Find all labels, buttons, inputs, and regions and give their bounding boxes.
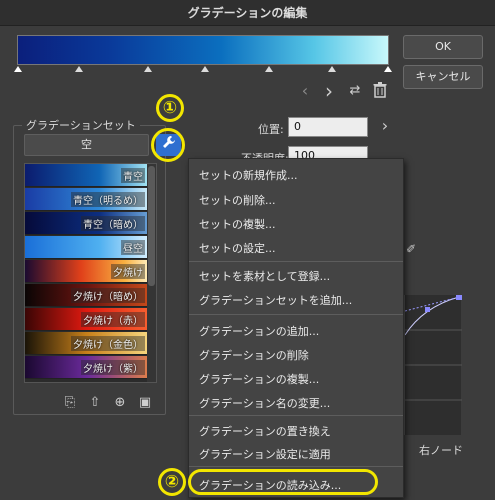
import-icon[interactable]: ⇧ <box>87 395 103 411</box>
duplicate-icon[interactable]: ⎘ <box>62 395 78 411</box>
list-item[interactable]: 夕焼け（暗め） <box>25 284 149 307</box>
list-item[interactable]: 昼空 <box>25 236 149 259</box>
menu-item-delete-gradient[interactable]: グラデーションの削除 <box>199 347 309 363</box>
eyedropper-icon[interactable]: ✐ <box>402 240 420 258</box>
list-item[interactable]: 青空（暗め） <box>25 212 149 235</box>
menu-item-apply-gradient-settings[interactable]: グラデーション設定に適用 <box>199 446 331 462</box>
gradient-node-right[interactable] <box>384 66 392 72</box>
gradient-preview-bar[interactable] <box>17 35 389 65</box>
list-item[interactable]: 青空（明るめ） <box>25 188 149 211</box>
gradient-tick <box>328 66 336 72</box>
list-item[interactable]: 夕焼け（紫） <box>25 356 149 379</box>
menu-item-duplicate-set[interactable]: セットの複製... <box>199 216 276 232</box>
position-field[interactable]: 0 <box>288 117 368 137</box>
gradient-set-select[interactable]: 空 <box>24 134 149 156</box>
swap-icon[interactable]: ⇄ <box>346 82 364 100</box>
position-label: 位置: <box>258 123 284 136</box>
trash-icon[interactable] <box>371 82 389 100</box>
cancel-button[interactable]: キャンセル <box>403 65 483 89</box>
menu-separator <box>189 314 403 315</box>
menu-separator <box>189 466 403 467</box>
list-item[interactable]: 夕焼け <box>25 260 149 283</box>
curve-graph[interactable] <box>404 294 462 435</box>
ok-button[interactable]: OK <box>403 35 483 59</box>
menu-item-register-as-material[interactable]: セットを素材として登録... <box>199 268 330 284</box>
list-item[interactable]: 夕焼け（赤） <box>25 308 149 331</box>
gradient-tick <box>144 66 152 72</box>
step-2-marker: ② <box>158 468 186 496</box>
gradient-list[interactable]: 青空 青空（明るめ） 青空（暗め） 昼空 夕焼け 夕焼け（暗め） 夕焼け（赤） … <box>24 163 157 383</box>
right-node-label: 右ノード <box>419 444 463 457</box>
dialog-title: グラデーションの編集 <box>0 0 495 26</box>
chevron-left-icon[interactable]: ‹ <box>296 82 314 100</box>
chevron-right-icon[interactable]: › <box>376 117 394 135</box>
menu-separator <box>189 415 403 416</box>
menu-item-add-gradient-set[interactable]: グラデーションセットを追加... <box>199 292 352 308</box>
step-1-marker: ① <box>156 94 184 122</box>
context-menu: セットの新規作成... セットの削除... セットの複製... セットの設定..… <box>188 158 404 498</box>
settings-icon[interactable]: ▣ <box>137 395 153 411</box>
menu-item-new-set[interactable]: セットの新規作成... <box>199 167 298 183</box>
chevron-right-icon[interactable]: › <box>320 81 338 101</box>
menu-item-duplicate-gradient[interactable]: グラデーションの複製... <box>199 371 319 387</box>
menu-item-delete-set[interactable]: セットの削除... <box>199 192 276 208</box>
list-item[interactable]: 夕焼け（金色） <box>25 332 149 355</box>
gradient-tick <box>201 66 209 72</box>
gradient-tick <box>265 66 273 72</box>
list-scrollbar-thumb[interactable] <box>148 166 155 286</box>
menu-item-replace-gradient[interactable]: グラデーションの置き換え <box>199 423 331 439</box>
gradient-tick <box>75 66 83 72</box>
add-icon[interactable]: ⊕ <box>112 395 128 411</box>
highlight-ring <box>151 128 185 162</box>
gradient-node-left[interactable] <box>14 66 22 72</box>
menu-item-set-settings[interactable]: セットの設定... <box>199 240 276 256</box>
highlight-oval <box>188 469 378 495</box>
list-item[interactable]: 青空 <box>25 164 149 187</box>
menu-separator <box>189 261 403 262</box>
gradient-set-label: グラデーションセット <box>22 117 140 133</box>
menu-item-rename-gradient[interactable]: グラデーション名の変更... <box>199 395 330 411</box>
menu-item-add-gradient[interactable]: グラデーションの追加... <box>199 323 319 339</box>
